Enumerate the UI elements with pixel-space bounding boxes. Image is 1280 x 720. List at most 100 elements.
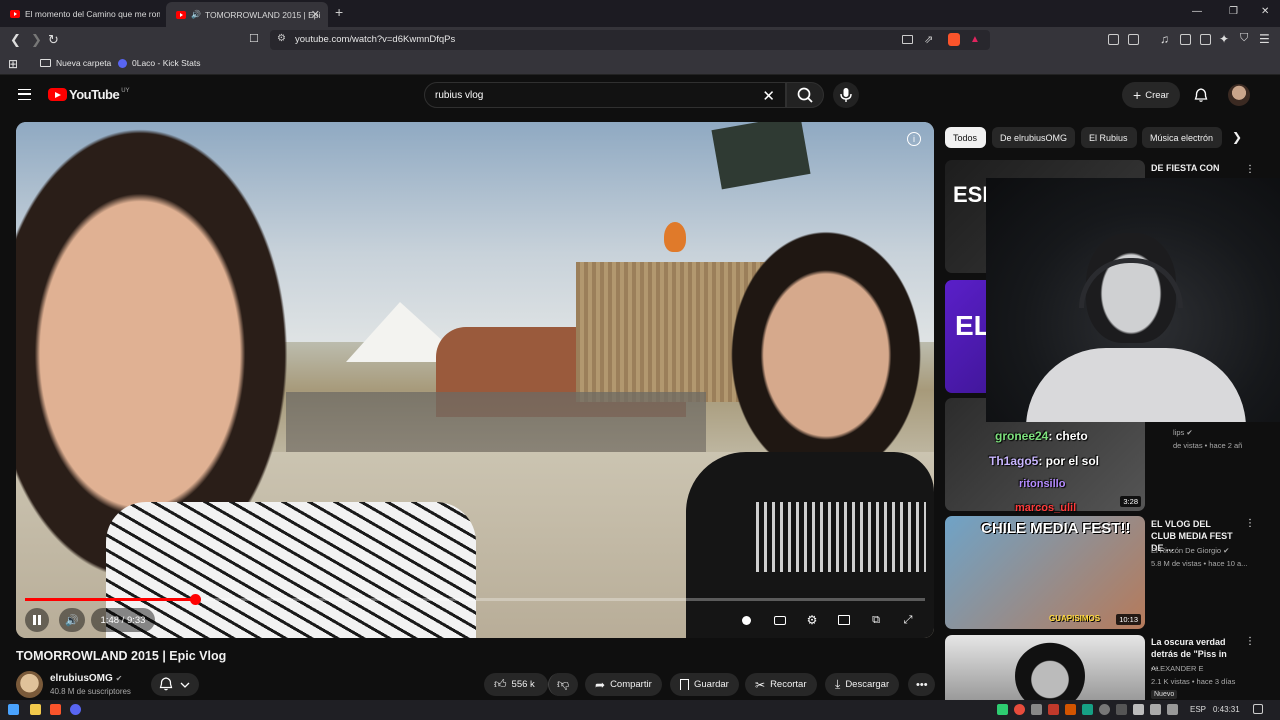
tab-search-icon[interactable] — [1128, 34, 1139, 45]
autoplay-icon — [741, 615, 751, 625]
channel-avatar[interactable] — [16, 671, 43, 698]
share-label: Compartir — [610, 679, 652, 690]
create-button[interactable]: + Crear — [1122, 82, 1180, 108]
discord-icon[interactable] — [70, 704, 81, 715]
tray-icon[interactable] — [1082, 704, 1093, 715]
sidebar-icon[interactable] — [1180, 34, 1191, 45]
apps-grid-icon[interactable]: ⊞ — [8, 57, 18, 71]
battery-icon[interactable] — [1167, 704, 1178, 715]
rec-channel[interactable]: El Rincón De Giorgio ✔ — [1151, 546, 1229, 555]
verified-icon: ✔ — [1223, 546, 1230, 555]
tray-icon[interactable] — [1065, 704, 1076, 715]
extensions-icon[interactable] — [1108, 34, 1119, 45]
wifi-icon[interactable] — [1133, 704, 1144, 715]
back-icon[interactable]: ❮ — [10, 32, 21, 48]
video-player[interactable]: i 🔊 1:48 / 9:33 ⚙ ⧉ ⤢ — [16, 122, 934, 638]
forward-icon[interactable]: ❯ — [31, 32, 42, 48]
tray-icon[interactable] — [1099, 704, 1110, 715]
keyboard-language[interactable]: ESP — [1190, 705, 1206, 714]
more-vert-icon[interactable]: ⋮ — [1245, 518, 1255, 529]
download-icon: ⤓ — [835, 677, 841, 691]
wallet-icon[interactable] — [1200, 34, 1211, 45]
music-icon[interactable]: ♫ — [1160, 32, 1169, 46]
fullscreen-button[interactable]: ⤢ — [896, 608, 920, 632]
notifications-tray-icon[interactable] — [1253, 704, 1263, 714]
close-tab-icon[interactable]: ✕ — [311, 8, 320, 21]
clip-button[interactable]: ✂ Recortar — [745, 673, 817, 696]
tulip-shape — [664, 222, 686, 252]
rec-title[interactable]: DE FIESTA CON — [1151, 162, 1236, 174]
leo-ai-icon[interactable]: ✦ — [1219, 32, 1229, 46]
reload-icon[interactable]: ↻ — [48, 32, 59, 48]
subscription-bell-button[interactable] — [151, 673, 199, 696]
tray-icon[interactable] — [997, 704, 1008, 715]
tray-icon[interactable] — [1048, 704, 1059, 715]
close-window-icon[interactable]: ✕ — [1261, 6, 1269, 17]
restore-icon[interactable]: ❐ — [1229, 6, 1238, 17]
tray-icon[interactable] — [1116, 704, 1127, 715]
more-vert-icon[interactable]: ⋮ — [1245, 164, 1255, 175]
shirt-left — [106, 502, 476, 638]
more-actions-button[interactable]: ••• — [908, 673, 935, 696]
share-icon[interactable]: ⇗ — [924, 33, 933, 46]
settings-button[interactable]: ⚙ — [800, 608, 824, 632]
progress-bar[interactable] — [25, 594, 925, 605]
youtube-logo[interactable]: YouTube UY — [48, 87, 130, 102]
file-explorer-icon[interactable] — [30, 704, 41, 715]
chat-user: marcos_ulil — [1015, 502, 1077, 514]
brave-browser-icon[interactable] — [50, 704, 61, 715]
save-button[interactable]: Guardar — [670, 673, 739, 696]
chip-all[interactable]: Todos — [945, 127, 986, 148]
brave-shield-icon[interactable] — [948, 33, 960, 46]
volume-tray-icon[interactable] — [1150, 704, 1161, 715]
tray-icon[interactable] — [1031, 704, 1042, 715]
bookmark-icon[interactable]: ☐ — [249, 32, 259, 45]
minimize-icon[interactable]: — — [1192, 6, 1202, 17]
share-button[interactable]: ➦ Compartir — [585, 673, 662, 696]
screen-icon[interactable] — [902, 35, 913, 44]
rec-thumbnail[interactable] — [945, 635, 1145, 700]
cast-button[interactable]: ⧉ — [864, 608, 888, 632]
brave-rewards-icon[interactable]: ▲ — [970, 34, 980, 45]
pause-button[interactable] — [25, 608, 49, 632]
bookmark-folder[interactable]: Nueva carpeta — [40, 58, 111, 68]
autoplay-toggle[interactable] — [734, 608, 758, 632]
browser-tab-active[interactable]: 🔊 TOMORROWLAND 2015 | Epi ✕ — [166, 2, 328, 27]
chip-el-rubius[interactable]: El Rubius — [1081, 127, 1137, 148]
new-tab-button[interactable]: + — [335, 4, 343, 20]
info-icon[interactable]: i — [907, 132, 921, 146]
voice-search-button[interactable] — [833, 82, 859, 108]
vpn-icon[interactable]: ⛉ — [1240, 32, 1248, 45]
menu-icon[interactable]: ☰ — [1259, 32, 1270, 46]
bookmark-link[interactable]: 0Laco - Kick Stats — [118, 58, 201, 68]
search-button[interactable] — [786, 82, 824, 108]
chips-next-icon[interactable]: ❯ — [1232, 130, 1242, 144]
rec-channel[interactable]: lips ✔ — [1173, 428, 1193, 437]
chip-channel[interactable]: De elrubiusOMG — [992, 127, 1075, 148]
url-field[interactable]: ⚙ youtube.com/watch?v=d6KwmnDfqPs ⇗ ▲ — [270, 30, 990, 50]
browser-tab[interactable]: El momento del Camino que me rom — [0, 3, 160, 25]
notifications-bell-icon[interactable] — [1193, 87, 1209, 103]
more-vert-icon[interactable]: ⋮ — [1245, 636, 1255, 647]
download-button[interactable]: ⤓ Descargar — [825, 673, 900, 696]
chat-message: : por el sol — [1038, 454, 1100, 468]
miniplayer-button[interactable] — [832, 608, 856, 632]
search-input[interactable]: rubius vlog ✕ — [424, 82, 786, 108]
account-avatar[interactable] — [1228, 84, 1250, 106]
like-button[interactable]: 👍︎ 556 k — [484, 673, 548, 696]
tray-icon[interactable] — [1014, 704, 1025, 715]
subtitles-button[interactable] — [768, 608, 792, 632]
dislike-button[interactable]: 👎︎ — [548, 673, 578, 696]
windows-start-icon[interactable] — [8, 704, 19, 715]
microphone-icon — [840, 88, 852, 102]
system-clock[interactable]: 0:43:31 — [1213, 705, 1240, 714]
site-info-icon[interactable]: ⚙ — [277, 33, 286, 44]
volume-button[interactable]: 🔊 — [59, 608, 85, 632]
rec-channel[interactable]: ALEXANDER E — [1151, 664, 1204, 673]
hamburger-menu-icon[interactable] — [18, 89, 31, 100]
channel-name[interactable]: elrubiusOMG ✔ — [50, 673, 122, 684]
gear-icon: ⚙ — [806, 613, 818, 627]
clear-search-icon[interactable]: ✕ — [762, 87, 775, 105]
rec-thumbnail[interactable]: CHILE MEDIA FEST!! GUAPISIMOS 10:13 — [945, 516, 1145, 629]
chip-music[interactable]: Música electrón — [1142, 127, 1222, 148]
